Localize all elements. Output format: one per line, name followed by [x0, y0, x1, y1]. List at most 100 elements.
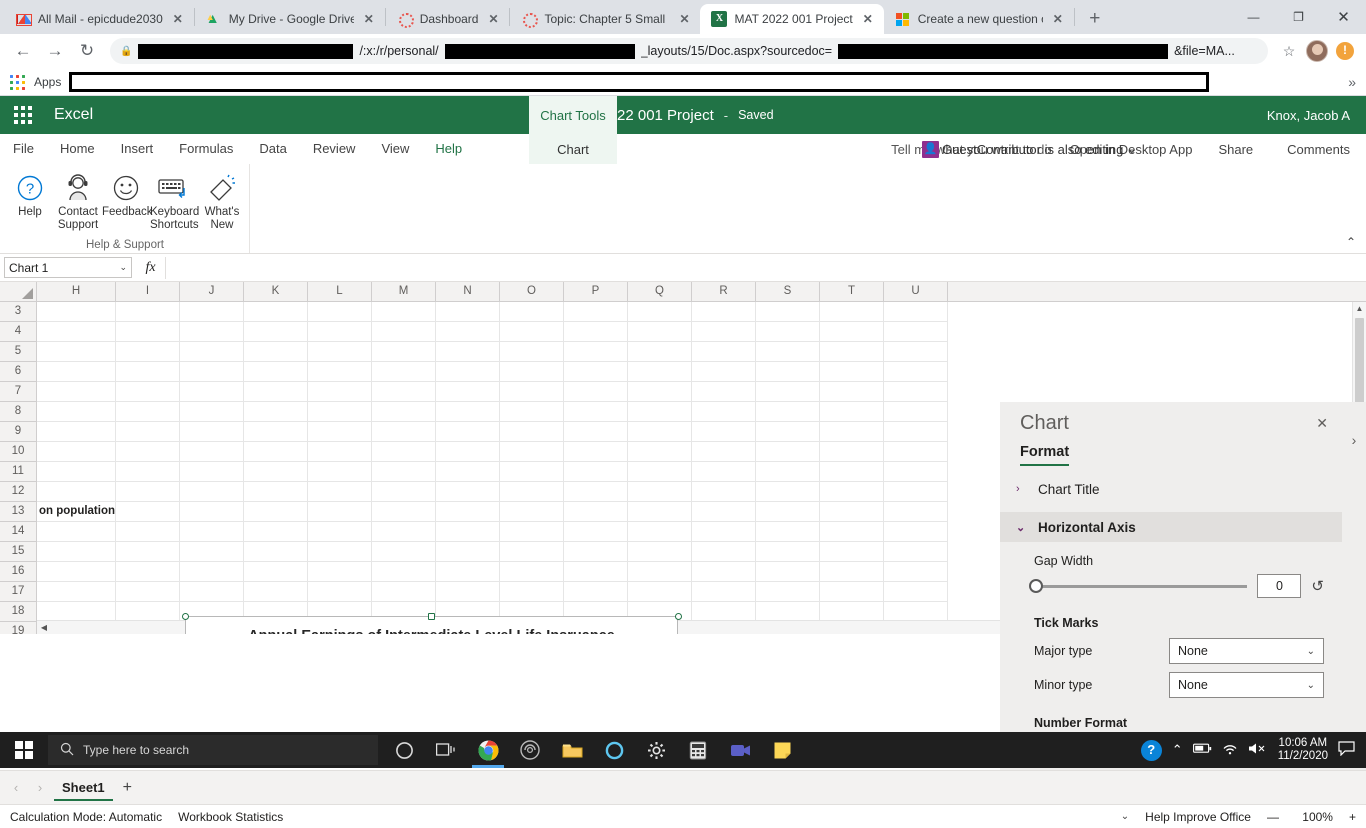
cell[interactable]: [564, 402, 628, 422]
cell[interactable]: [564, 502, 628, 522]
cell[interactable]: [820, 362, 884, 382]
help-improve-office-label[interactable]: Help Improve Office: [1145, 810, 1251, 824]
row-header[interactable]: 8: [0, 402, 37, 422]
cell[interactable]: [436, 322, 500, 342]
row-header[interactable]: 19: [0, 622, 37, 634]
cell[interactable]: [500, 462, 564, 482]
cell[interactable]: [564, 382, 628, 402]
cell[interactable]: [37, 342, 116, 362]
cell[interactable]: [37, 302, 116, 322]
cell[interactable]: [180, 562, 244, 582]
column-header[interactable]: L: [308, 282, 372, 301]
cell-with-overflow-text[interactable]: on population: [37, 502, 116, 522]
cell[interactable]: [500, 322, 564, 342]
excel-brand-label[interactable]: Excel: [54, 106, 93, 124]
cell[interactable]: [308, 322, 372, 342]
help-button[interactable]: ? Help: [6, 168, 54, 219]
chrome-icon[interactable]: [468, 732, 508, 768]
tab-review[interactable]: Review: [300, 134, 369, 164]
close-icon[interactable]: ✕: [676, 11, 692, 27]
name-box[interactable]: Chart 1 ⌄: [4, 257, 132, 278]
cell[interactable]: [180, 362, 244, 382]
cell[interactable]: [180, 462, 244, 482]
contact-support-button[interactable]: Contact Support: [54, 168, 102, 232]
cell[interactable]: [756, 542, 820, 562]
cell[interactable]: [180, 502, 244, 522]
cell[interactable]: [884, 462, 948, 482]
cell[interactable]: [564, 442, 628, 462]
browser-tab[interactable]: All Mail - epicdude2030 ✕: [4, 4, 194, 34]
cell[interactable]: [116, 402, 180, 422]
cell[interactable]: [820, 542, 884, 562]
cell[interactable]: [37, 402, 116, 422]
cell[interactable]: [500, 582, 564, 602]
cell[interactable]: [500, 422, 564, 442]
reset-icon[interactable]: ↺: [1311, 577, 1324, 595]
cell[interactable]: [500, 542, 564, 562]
cell[interactable]: [372, 582, 436, 602]
battery-icon[interactable]: [1193, 743, 1212, 757]
cell[interactable]: [244, 522, 308, 542]
zoom-out-button[interactable]: —: [1267, 810, 1279, 824]
address-bar[interactable]: 🔒 /:x:/r/personal/ _layouts/15/Doc.aspx?…: [110, 38, 1268, 64]
save-state-label[interactable]: Saved: [738, 108, 773, 122]
cell[interactable]: [628, 502, 692, 522]
cell[interactable]: [436, 502, 500, 522]
cell[interactable]: [756, 362, 820, 382]
cell[interactable]: [820, 422, 884, 442]
row-header[interactable]: 3: [0, 302, 37, 322]
cell[interactable]: [308, 342, 372, 362]
cell[interactable]: [244, 382, 308, 402]
column-header[interactable]: P: [564, 282, 628, 301]
tab-insert[interactable]: Insert: [108, 134, 167, 164]
cell[interactable]: [564, 482, 628, 502]
cell[interactable]: [308, 462, 372, 482]
cell[interactable]: [756, 462, 820, 482]
cell[interactable]: [436, 462, 500, 482]
collapse-ribbon-icon[interactable]: ⌃: [1346, 235, 1356, 249]
cell[interactable]: [372, 302, 436, 322]
windows-start-icon[interactable]: [0, 732, 48, 768]
cell[interactable]: [37, 382, 116, 402]
select-all-corner[interactable]: [0, 282, 37, 301]
column-header[interactable]: U: [884, 282, 948, 301]
column-header[interactable]: N: [436, 282, 500, 301]
row-header[interactable]: 4: [0, 322, 37, 342]
window-close-button[interactable]: ✕: [1321, 0, 1366, 34]
cell[interactable]: [244, 482, 308, 502]
coediting-indicator[interactable]: 👤 GuestContributor is also editing ⌄: [922, 134, 1137, 164]
cell[interactable]: [308, 422, 372, 442]
cell[interactable]: [436, 342, 500, 362]
browser-tab[interactable]: Topic: Chapter 5 Small C ✕: [510, 4, 700, 34]
cell[interactable]: [820, 462, 884, 482]
cell[interactable]: [820, 402, 884, 422]
column-header[interactable]: K: [244, 282, 308, 301]
cell[interactable]: [820, 562, 884, 582]
account-name-label[interactable]: Knox, Jacob A: [1267, 96, 1350, 134]
cell[interactable]: [37, 462, 116, 482]
cell[interactable]: [756, 482, 820, 502]
row-header[interactable]: 13: [0, 502, 37, 522]
slider-thumb[interactable]: [1029, 579, 1043, 593]
keyboard-shortcuts-button[interactable]: Keyboard Shortcuts: [150, 168, 198, 232]
feedback-button[interactable]: Feedback: [102, 168, 150, 219]
cell[interactable]: [884, 602, 948, 622]
cell[interactable]: [116, 542, 180, 562]
cell[interactable]: [692, 362, 756, 382]
cell[interactable]: [308, 582, 372, 602]
cell[interactable]: [180, 522, 244, 542]
cell[interactable]: [500, 562, 564, 582]
comments-button[interactable]: Comments: [1261, 142, 1358, 157]
help-icon[interactable]: ?: [1141, 740, 1162, 761]
cell[interactable]: [692, 402, 756, 422]
cell[interactable]: [628, 522, 692, 542]
resize-handle-nw[interactable]: [182, 613, 189, 620]
cell[interactable]: [372, 522, 436, 542]
notification-icon[interactable]: [1338, 741, 1358, 759]
volume-muted-icon[interactable]: [1248, 742, 1268, 758]
cell[interactable]: [820, 582, 884, 602]
cell[interactable]: [564, 542, 628, 562]
cell[interactable]: [500, 402, 564, 422]
cell[interactable]: [372, 482, 436, 502]
row-header[interactable]: 16: [0, 562, 37, 582]
